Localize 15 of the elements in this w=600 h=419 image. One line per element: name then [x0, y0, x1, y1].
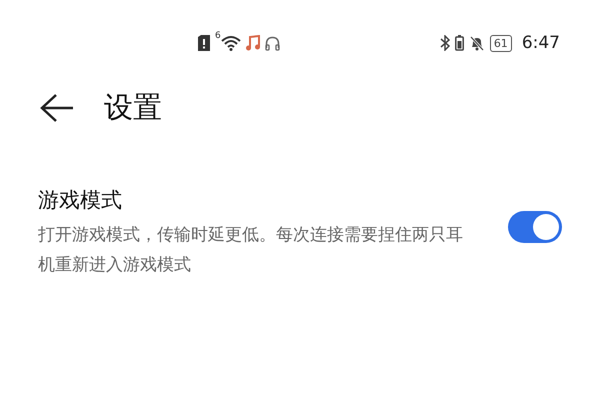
earbud-battery-icon: [454, 35, 464, 51]
sim-alert-icon: [198, 35, 210, 51]
setting-description: 打开游戏模式，传输时延更低。每次连接需要捏住两只耳机重新进入游戏模式: [38, 224, 464, 277]
page-title: 设置: [104, 89, 162, 126]
music-note-icon: [246, 35, 260, 51]
back-arrow-icon[interactable]: [40, 93, 74, 123]
status-time: 6:47: [522, 33, 560, 53]
setting-title: 游戏模式: [38, 187, 123, 214]
headphones-icon: [264, 36, 280, 50]
bluetooth-icon: [440, 35, 450, 51]
wifi-icon: [220, 35, 241, 51]
bell-off-icon: [468, 35, 485, 51]
toggle-switch[interactable]: [508, 211, 562, 243]
battery-indicator: 61: [490, 34, 512, 52]
wifi-generation-label: 6: [215, 31, 221, 41]
